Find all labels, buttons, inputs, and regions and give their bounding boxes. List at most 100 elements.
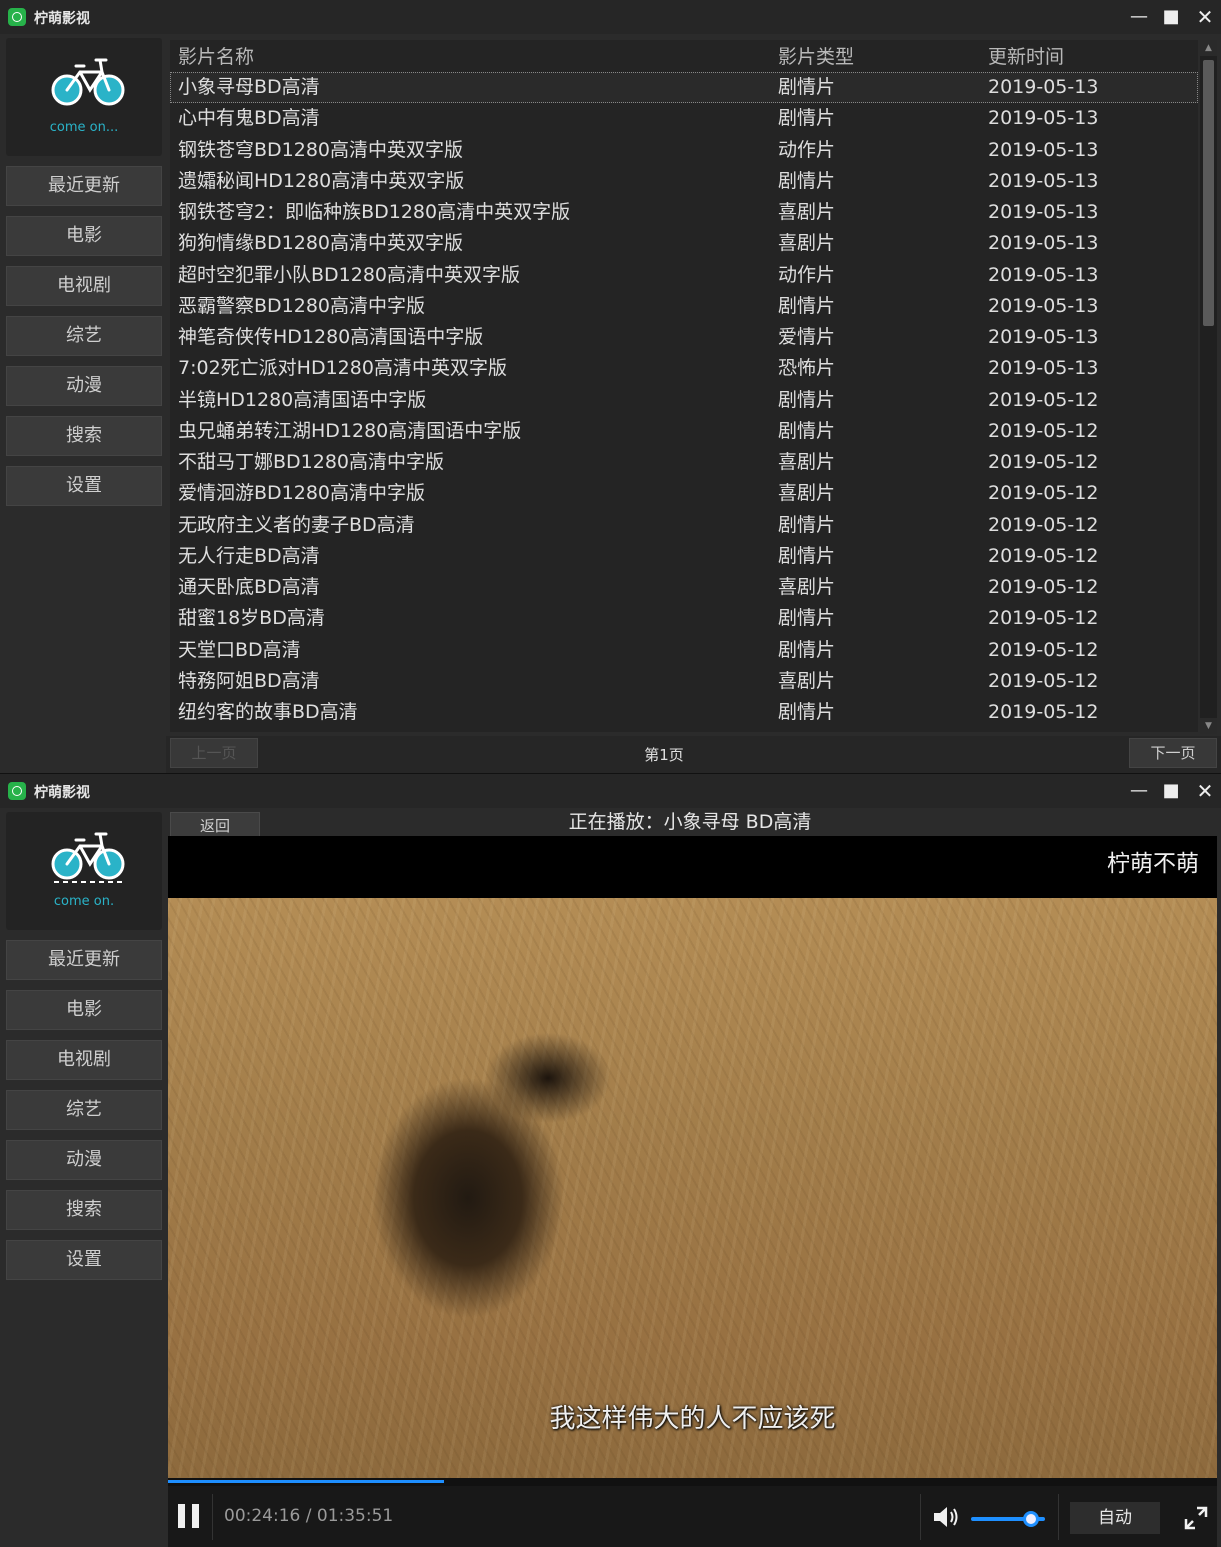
table-row[interactable]: 狗狗情缘BD1280高清中英双字版 喜剧片 2019-05-13	[170, 228, 1198, 259]
nav-anime-button[interactable]: 动漫	[6, 366, 162, 406]
vertical-scrollbar[interactable]: ▲ ▼	[1200, 40, 1217, 734]
nav-settings-button[interactable]: 设置	[6, 1240, 162, 1280]
cell-type: 剧情片	[778, 169, 836, 192]
table-row[interactable]: 遗孀秘闻HD1280高清中英双字版 剧情片 2019-05-13	[170, 166, 1198, 197]
cell-type: 爱情片	[778, 326, 836, 348]
minimize-icon[interactable]: —	[1126, 778, 1152, 804]
pager: 上一页 第1页 下一页	[166, 736, 1221, 773]
cell-date: 2019-05-12	[988, 669, 1099, 692]
table-row[interactable]: 超时空犯罪小队BD1280高清中英双字版 动作片 2019-05-13	[170, 260, 1198, 291]
table-row[interactable]: 恶霸警察BD1280高清中字版 剧情片 2019-05-13	[170, 291, 1198, 322]
app-title: 柠萌影视	[34, 11, 90, 27]
cell-type: 剧情片	[778, 419, 836, 442]
divider	[1058, 1494, 1059, 1540]
column-header-date[interactable]: 更新时间	[988, 40, 1064, 74]
progress-fill	[168, 1480, 444, 1483]
cell-name: 心中有鬼BD高清	[178, 107, 320, 130]
minimize-icon[interactable]: —	[1126, 4, 1152, 30]
cell-date: 2019-05-12	[988, 576, 1099, 598]
fullscreen-icon[interactable]	[1184, 1506, 1208, 1530]
nav-search-button[interactable]: 搜索	[6, 416, 162, 456]
sidebar: come on... 最近更新 电影 电视剧 综艺 动漫 搜索 设置	[0, 34, 166, 773]
table-row[interactable]: 心中有鬼BD高清 剧情片 2019-05-13	[170, 103, 1198, 134]
column-header-name[interactable]: 影片名称	[178, 40, 254, 74]
maximize-icon[interactable]: ■	[1158, 778, 1184, 804]
control-bar: 00:24:16 / 01:35:51 自动	[168, 1486, 1217, 1547]
volume-icon[interactable]	[932, 1504, 960, 1530]
nav-movie-button[interactable]: 电影	[6, 216, 162, 256]
list-window: 柠萌影视 — ■ ✕ come on... 最近更新 电影 电视剧 综艺 动漫 …	[0, 0, 1221, 773]
nav-anime-button[interactable]: 动漫	[6, 1140, 162, 1180]
cell-date: 2019-05-13	[988, 107, 1099, 130]
table-row[interactable]: 半镜HD1280高清国语中字版 剧情片 2019-05-12	[170, 385, 1198, 416]
close-icon[interactable]: ✕	[1192, 4, 1218, 30]
scrollbar-thumb[interactable]	[1203, 60, 1214, 326]
table-row[interactable]: 神笔奇侠传HD1280高清国语中字版 爱情片 2019-05-13	[170, 322, 1198, 353]
volume-knob[interactable]	[1023, 1511, 1039, 1527]
cell-date: 2019-05-13	[988, 357, 1099, 380]
title-bar[interactable]: 柠萌影视 — ■ ✕	[0, 0, 1221, 34]
nav-tv-button[interactable]: 电视剧	[6, 266, 162, 306]
quality-button[interactable]: 自动	[1070, 1502, 1160, 1534]
cell-date: 2019-05-13	[988, 232, 1099, 255]
nav-recent-button[interactable]: 最近更新	[6, 166, 162, 206]
title-bar[interactable]: 柠萌影视 — ■ ✕	[0, 774, 1221, 808]
table-row[interactable]: 虫兄蛹弟转江湖HD1280高清国语中字版 剧情片 2019-05-12	[170, 416, 1198, 447]
time-display: 00:24:16 / 01:35:51	[224, 1506, 394, 1526]
nav-recent-button[interactable]: 最近更新	[6, 940, 162, 980]
scroll-up-icon[interactable]: ▲	[1200, 40, 1217, 56]
cell-name: 爱情洄游BD1280高清中字版	[178, 482, 426, 505]
cell-name: 遗孀秘闻HD1280高清中英双字版	[178, 169, 465, 192]
close-icon[interactable]: ✕	[1192, 778, 1218, 804]
column-header-type[interactable]: 影片类型	[778, 40, 854, 74]
cell-name: 神笔奇侠传HD1280高清国语中字版	[178, 326, 484, 348]
table-row[interactable]: 纽约客的故事BD高清 剧情片 2019-05-12	[170, 697, 1198, 728]
cell-date: 2019-05-13	[988, 76, 1099, 98]
table-row[interactable]: 特務阿姐BD高清 喜剧片 2019-05-12	[170, 666, 1198, 697]
table-row[interactable]: 小象寻母BD高清 剧情片 2019-05-13	[170, 72, 1198, 104]
cell-name: 虫兄蛹弟转江湖HD1280高清国语中字版	[178, 419, 522, 442]
cell-name: 甜蜜18岁BD高清	[178, 607, 325, 630]
cell-type: 喜剧片	[778, 232, 836, 255]
nav-search-button[interactable]: 搜索	[6, 1190, 162, 1230]
table-row[interactable]: 天堂口BD高清 剧情片 2019-05-12	[170, 635, 1198, 666]
sidebar: come on. 最近更新 电影 电视剧 综艺 动漫 搜索 设置	[0, 808, 166, 1547]
cell-name: 不甜马丁娜BD1280高清中字版	[178, 451, 445, 473]
nav-tv-button[interactable]: 电视剧	[6, 1040, 162, 1080]
table-row[interactable]: 7:02死亡派对HD1280高清中英双字版 恐怖片 2019-05-13	[170, 353, 1198, 384]
cell-date: 2019-05-12	[988, 482, 1099, 505]
nav-variety-button[interactable]: 综艺	[6, 316, 162, 356]
table-row[interactable]: 钢铁苍穹BD1280高清中英双字版 动作片 2019-05-13	[170, 135, 1198, 166]
cell-name: 恶霸警察BD1280高清中字版	[178, 294, 426, 317]
cell-name: 小象寻母BD高清	[178, 76, 320, 98]
next-page-button[interactable]: 下一页	[1129, 738, 1217, 768]
cell-type: 喜剧片	[778, 451, 836, 473]
scroll-down-icon[interactable]: ▼	[1200, 718, 1217, 734]
table-row[interactable]: 无人行走BD高清 剧情片 2019-05-12	[170, 541, 1198, 572]
maximize-icon[interactable]: ■	[1158, 4, 1184, 30]
divider	[212, 1494, 213, 1540]
pause-icon[interactable]	[178, 1504, 200, 1528]
cell-type: 喜剧片	[778, 482, 836, 505]
cell-type: 剧情片	[778, 544, 836, 567]
cell-date: 2019-05-12	[988, 607, 1099, 630]
cell-date: 2019-05-13	[988, 201, 1099, 223]
video-area[interactable]: 柠萌不萌 我这样伟大的人不应该死	[168, 836, 1217, 1478]
cell-date: 2019-05-12	[988, 638, 1099, 661]
table-row[interactable]: 不甜马丁娜BD1280高清中字版 喜剧片 2019-05-12	[170, 447, 1198, 478]
table-row[interactable]: 爱情洄游BD1280高清中字版 喜剧片 2019-05-12	[170, 478, 1198, 509]
cell-date: 2019-05-13	[988, 169, 1099, 192]
table-row[interactable]: 无政府主义者的妻子BD高清 剧情片 2019-05-12	[170, 510, 1198, 541]
table-row[interactable]: 甜蜜18岁BD高清 剧情片 2019-05-12	[170, 603, 1198, 634]
table-row[interactable]: 通天卧底BD高清 喜剧片 2019-05-12	[170, 572, 1198, 603]
back-button[interactable]: 返回	[170, 812, 260, 838]
nav-variety-button[interactable]: 综艺	[6, 1090, 162, 1130]
watermark: 柠萌不萌	[1107, 851, 1199, 877]
progress-bar[interactable]	[168, 1478, 1217, 1486]
nav-settings-button[interactable]: 设置	[6, 466, 162, 506]
table-row[interactable]: 钢铁苍穹2：即临种族BD1280高清中英双字版 喜剧片 2019-05-13	[170, 197, 1198, 228]
nav-movie-button[interactable]: 电影	[6, 990, 162, 1030]
cell-type: 剧情片	[778, 107, 836, 130]
cell-name: 纽约客的故事BD高清	[178, 701, 358, 723]
cell-type: 剧情片	[778, 513, 836, 536]
